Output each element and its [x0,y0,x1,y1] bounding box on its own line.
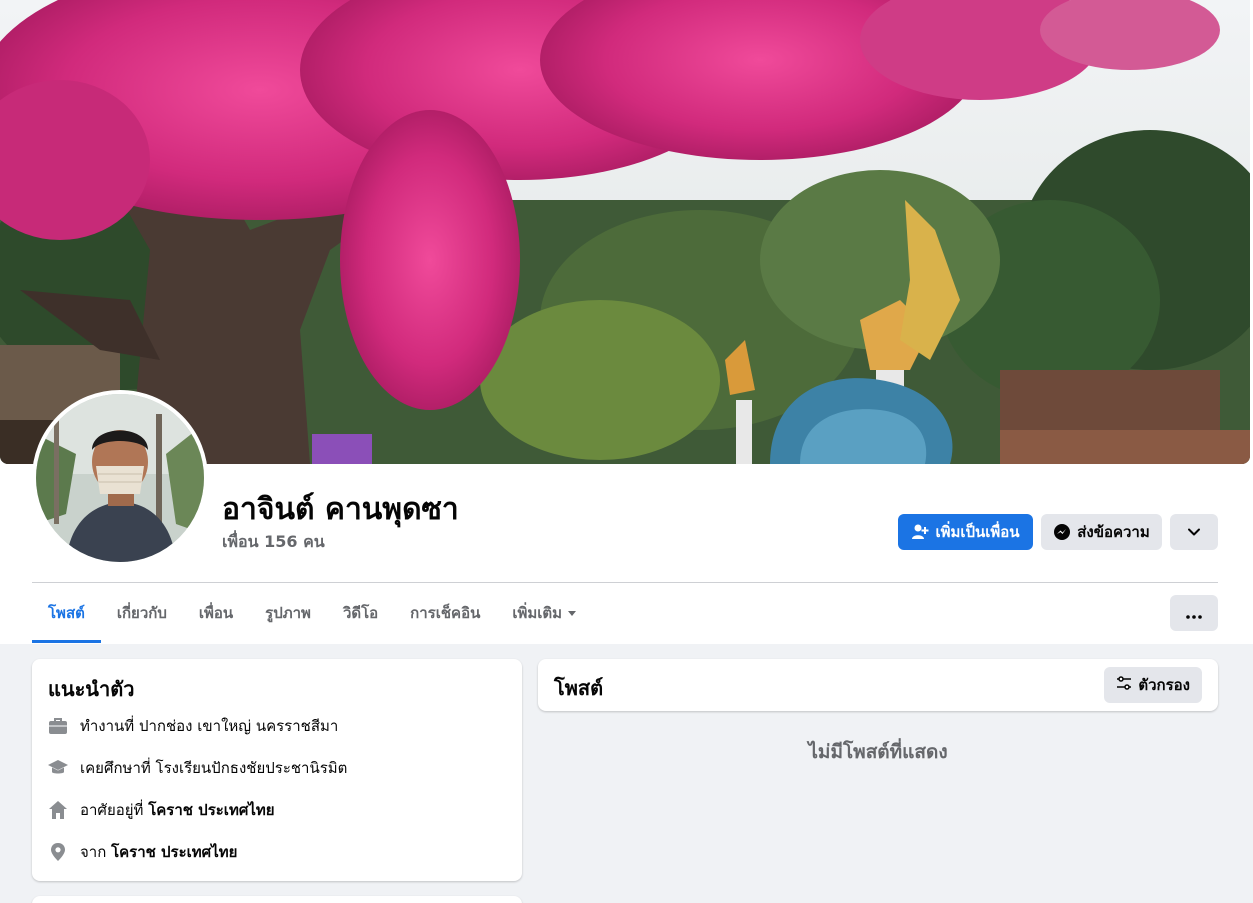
intro-work: ทำงานที่ ปากช่อง เขาใหญ่ นครราชสีมา [48,714,338,738]
profile-tabs: โพสต์ เกี่ยวกับ เพื่อน รูปภาพ วิดีโอ การ… [32,583,592,643]
tab-videos-label: วิดีโอ [342,604,379,622]
tab-about-label: เกี่ยวกับ [116,604,167,622]
add-friend-label: เพิ่มเป็นเพื่อน [935,523,1020,541]
intro-from: จาก โคราช ประเทศไทย [48,840,237,864]
tab-friends-label: เพื่อน [198,604,234,622]
ellipsis-icon [1186,604,1202,623]
avatar-image [36,394,204,562]
tab-photos-label: รูปภาพ [265,604,311,622]
posts-header-card: โพสต์ ตัวกรอง [538,659,1218,711]
profile-options-dropdown[interactable] [1170,514,1218,550]
tab-check-ins[interactable]: การเช็คอิน [394,583,496,643]
intro-lives-in: อาศัยอยู่ที่ โคราช ประเทศไทย [48,798,275,822]
intro-lives-in-place[interactable]: โคราช ประเทศไทย [148,801,274,819]
cover-photo[interactable] [0,0,1250,464]
tab-check-ins-label: การเช็คอิน [410,604,481,622]
profile-avatar[interactable] [32,390,208,566]
tab-more[interactable]: เพิ่มเติม [496,583,592,643]
briefcase-icon [48,716,68,736]
friend-count[interactable]: เพื่อน 156 คน [222,530,325,555]
profile-name: อาจินต์ คานพุดซา [222,492,459,527]
caret-down-icon [568,610,577,616]
home-icon [48,800,68,820]
intro-education-text: เคยศึกษาที่ โรงเรียนปักธงชัยประชานิรมิต [80,759,348,777]
no-posts-message: ไม่มีโพสต์ที่แสดง [808,741,948,763]
tab-friends[interactable]: เพื่อน [183,583,249,643]
more-options-button[interactable] [1170,595,1218,631]
chevron-down-icon [1185,523,1203,541]
tab-more-label: เพิ่มเติม [512,604,563,622]
intro-from-place[interactable]: โคราช ประเทศไทย [111,843,237,861]
intro-work-text: ทำงานที่ ปากช่อง เขาใหญ่ นครราชสีมา [80,717,339,735]
filter-label: ตัวกรอง [1138,676,1190,694]
location-pin-icon [48,842,68,862]
tab-about[interactable]: เกี่ยวกับ [101,583,183,643]
tab-posts[interactable]: โพสต์ [32,583,101,643]
tab-videos[interactable]: วิดีโอ [327,583,394,643]
tab-photos[interactable]: รูปภาพ [249,583,327,643]
filter-icon [1116,675,1132,695]
intro-education: เคยศึกษาที่ โรงเรียนปักธงชัยประชานิรมิต [48,756,347,780]
filter-button[interactable]: ตัวกรอง [1104,667,1202,703]
posts-title: โพสต์ [554,676,604,700]
graduation-cap-icon [48,758,68,778]
add-friend-icon [911,523,929,541]
intro-card: แนะนำตัว ทำงานที่ ปากช่อง เขาใหญ่ นครราช… [32,659,522,881]
message-label: ส่งข้อความ [1077,523,1150,541]
tab-posts-label: โพสต์ [48,604,85,622]
messenger-icon [1053,523,1071,541]
intro-title: แนะนำตัว [48,677,135,701]
message-button[interactable]: ส่งข้อความ [1041,514,1162,550]
next-card [32,896,522,903]
intro-from-text: จาก [80,843,112,861]
intro-lives-in-text: อาศัยอยู่ที่ [80,801,149,819]
add-friend-button[interactable]: เพิ่มเป็นเพื่อน [898,514,1033,550]
cover-photo-image [0,0,1250,464]
